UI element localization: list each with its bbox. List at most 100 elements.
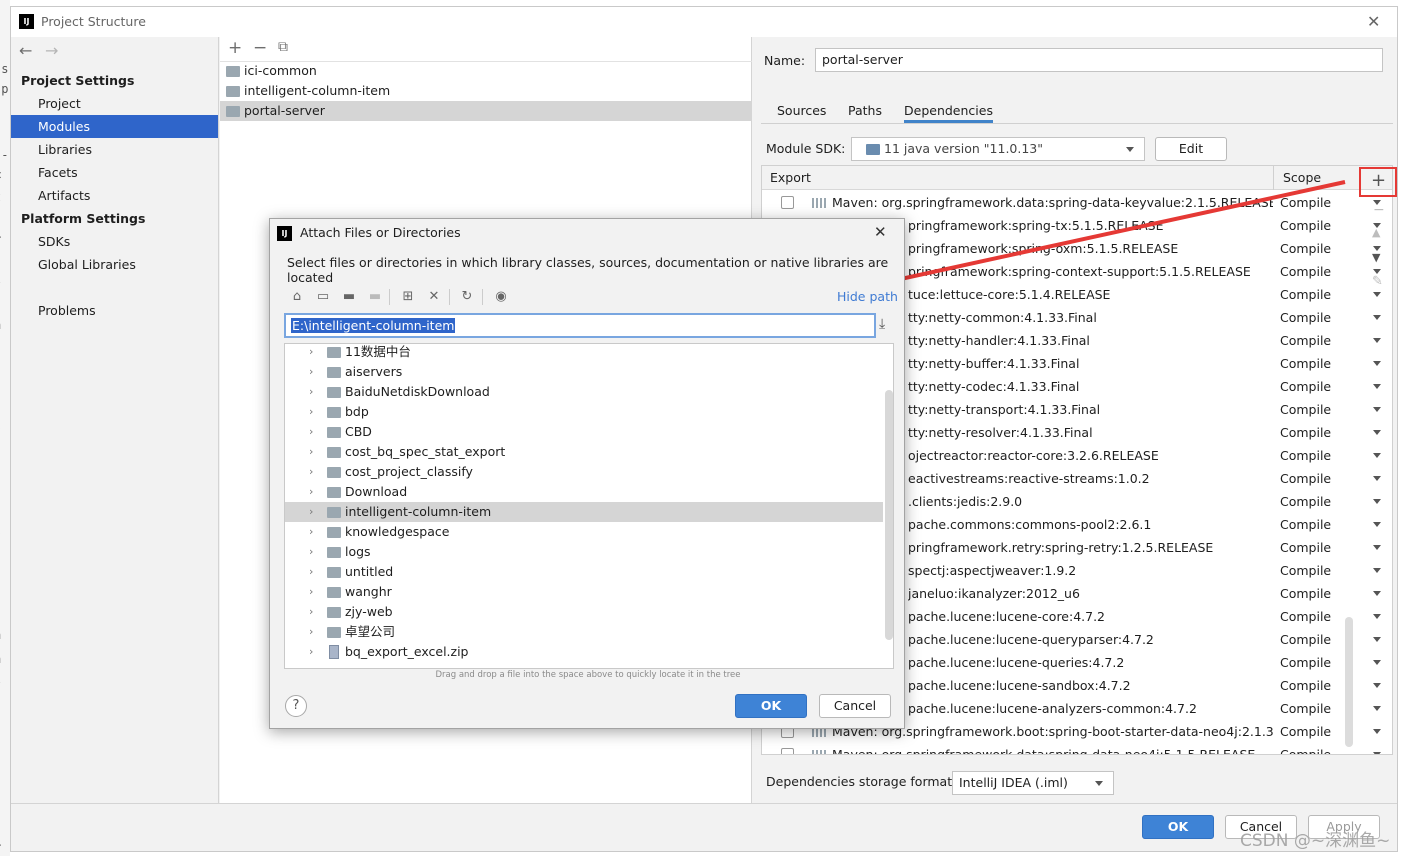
module-sdk-select[interactable]: 11 java version "11.0.13" (851, 137, 1145, 161)
module-folder-icon[interactable]: ▬ (367, 289, 383, 305)
tree-scrollbar[interactable] (885, 390, 893, 640)
tree-item[interactable]: › cost_project_classify (285, 462, 883, 482)
chevron-right-icon[interactable]: › (309, 422, 313, 442)
tree-item[interactable]: › bdp (285, 402, 883, 422)
chevron-right-icon[interactable]: › (309, 542, 313, 562)
chevron-right-icon[interactable]: › (309, 362, 313, 382)
chevron-right-icon[interactable]: › (309, 602, 313, 622)
export-checkbox[interactable] (781, 748, 794, 754)
tree-item[interactable]: › knowledgespace (285, 522, 883, 542)
tab-paths[interactable]: Paths (848, 99, 882, 123)
scope-select[interactable]: Compile (1273, 467, 1391, 490)
module-item[interactable]: ici-common (220, 61, 752, 81)
tree-item[interactable]: › BaiduNetdiskDownload (285, 382, 883, 402)
scope-select[interactable]: Compile (1273, 605, 1391, 628)
path-input[interactable]: E:\intelligent-column-item (284, 313, 876, 338)
sidebar-item-facets[interactable]: Facets (11, 161, 218, 184)
delete-icon[interactable]: ✕ (426, 289, 442, 305)
tree-item[interactable]: › zjy-web (285, 602, 883, 622)
copy-module-icon[interactable]: ⧉ (278, 40, 288, 54)
chevron-right-icon[interactable]: › (309, 642, 313, 662)
help-button[interactable]: ? (285, 695, 307, 717)
forward-arrow-icon[interactable]: → (45, 43, 58, 59)
dialog-ok-button[interactable]: OK (735, 694, 807, 718)
scope-select[interactable]: Compile (1273, 720, 1391, 743)
chevron-right-icon[interactable]: › (309, 522, 313, 542)
desktop-icon[interactable]: ▭ (315, 289, 331, 305)
scope-select[interactable]: Compile (1273, 306, 1391, 329)
edit-sdk-button[interactable]: Edit (1155, 137, 1227, 161)
scope-select[interactable]: Compile (1273, 513, 1391, 536)
sidebar-item-sdks[interactable]: SDKs (11, 230, 218, 253)
sidebar-item-problems[interactable]: Problems (11, 299, 218, 322)
scope-select[interactable]: Compile (1273, 490, 1391, 513)
tree-item[interactable]: › 11数据中台 (285, 344, 883, 362)
chevron-right-icon[interactable]: › (309, 482, 313, 502)
sidebar-item-libraries[interactable]: Libraries (11, 138, 218, 161)
chevron-right-icon[interactable]: › (309, 582, 313, 602)
dialog-cancel-button[interactable]: Cancel (819, 694, 891, 718)
table-row[interactable]: Maven: org.springframework.data:spring-d… (762, 743, 1392, 754)
chevron-right-icon[interactable]: › (309, 462, 313, 482)
new-folder-icon[interactable]: ⊞ (400, 289, 416, 305)
sidebar-item-artifacts[interactable]: Artifacts (11, 184, 218, 207)
chevron-right-icon[interactable]: › (309, 382, 313, 402)
sidebar-item-global-libraries[interactable]: Global Libraries (11, 253, 218, 276)
tab-dependencies[interactable]: Dependencies (904, 99, 993, 123)
ok-button[interactable]: OK (1142, 815, 1214, 839)
tree-item[interactable]: › aiservers (285, 362, 883, 382)
module-item-selected[interactable]: portal-server (220, 101, 752, 121)
tree-item[interactable]: › bq_export_excel.zip (285, 642, 883, 662)
scope-select[interactable]: Compile (1273, 398, 1391, 421)
tree-item[interactable]: › 卓望公司 (285, 622, 883, 642)
dialog-close-icon[interactable]: ✕ (874, 223, 887, 241)
remove-dependency-icon[interactable]: − (1373, 203, 1385, 217)
tree-item[interactable]: › cost_bq_spec_stat_export (285, 442, 883, 462)
module-item[interactable]: intelligent-column-item (220, 81, 752, 101)
add-dependency-icon[interactable]: + (1371, 172, 1386, 190)
sidebar-item-modules[interactable]: Modules (11, 115, 218, 138)
export-checkbox[interactable] (781, 196, 794, 209)
move-up-icon[interactable]: ▲ (1372, 227, 1380, 238)
scope-select[interactable]: Compile (1273, 536, 1391, 559)
scope-select[interactable]: Compile (1273, 421, 1391, 444)
table-row[interactable]: Maven: org.springframework.data:spring-d… (762, 191, 1392, 214)
tree-item[interactable]: › wanghr (285, 582, 883, 602)
scope-select[interactable]: Compile (1273, 444, 1391, 467)
module-name-input[interactable]: portal-server (815, 48, 1383, 72)
hide-path-link[interactable]: Hide path (837, 289, 898, 304)
tab-sources[interactable]: Sources (777, 99, 826, 123)
scope-select[interactable]: Compile (1273, 375, 1391, 398)
edit-pencil-icon[interactable]: ✎ (1372, 275, 1383, 288)
scope-select[interactable]: Compile (1273, 674, 1391, 697)
tree-item[interactable]: › CBD (285, 422, 883, 442)
scope-select[interactable]: Compile (1273, 559, 1391, 582)
home-icon[interactable]: ⌂ (289, 289, 305, 305)
sidebar-item-project[interactable]: Project (11, 92, 218, 115)
storage-format-select[interactable]: IntelliJ IDEA (.iml) (952, 771, 1114, 795)
chevron-right-icon[interactable]: › (309, 562, 313, 582)
chevron-right-icon[interactable]: › (309, 402, 313, 422)
table-scrollbar[interactable] (1345, 617, 1353, 747)
scope-select[interactable]: Compile (1273, 582, 1391, 605)
show-hidden-icon[interactable]: ◉ (493, 289, 509, 305)
add-module-icon[interactable]: + (228, 40, 242, 57)
tree-item[interactable]: › logs (285, 542, 883, 562)
scope-select[interactable]: Compile (1273, 697, 1391, 720)
scope-select[interactable]: Compile (1273, 329, 1391, 352)
refresh-icon[interactable]: ↻ (459, 289, 475, 305)
scope-select[interactable]: Compile (1273, 651, 1391, 674)
tree-item[interactable]: › intelligent-column-item (285, 502, 883, 522)
close-icon[interactable]: ✕ (1367, 12, 1380, 31)
chevron-right-icon[interactable]: › (309, 442, 313, 462)
scope-select[interactable]: Compile (1273, 743, 1391, 754)
download-icon[interactable]: ⤓ (879, 316, 885, 332)
scope-select[interactable]: Compile (1273, 628, 1391, 651)
project-folder-icon[interactable]: ▬ (341, 289, 357, 305)
tree-item[interactable]: › Download (285, 482, 883, 502)
chevron-right-icon[interactable]: › (309, 344, 313, 362)
remove-module-icon[interactable]: − (253, 40, 267, 57)
chevron-right-icon[interactable]: › (309, 622, 313, 642)
scope-select[interactable]: Compile (1273, 352, 1391, 375)
back-arrow-icon[interactable]: ← (19, 43, 32, 59)
